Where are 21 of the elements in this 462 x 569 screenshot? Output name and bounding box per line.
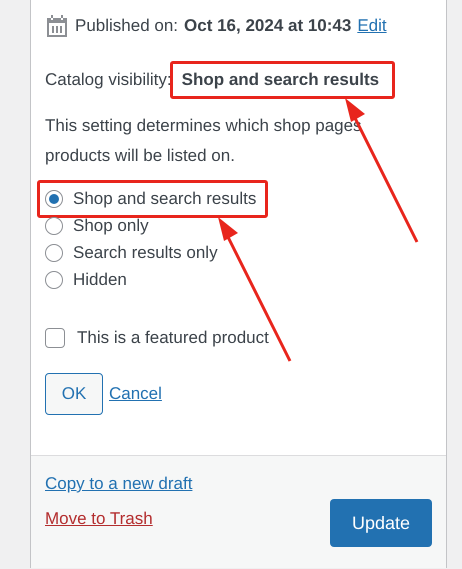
calendar-icon	[45, 14, 69, 38]
copy-draft-link[interactable]: Copy to a new draft	[45, 474, 192, 494]
radio-button[interactable]	[45, 244, 63, 262]
radio-button[interactable]	[45, 190, 63, 208]
radio-button[interactable]	[45, 270, 63, 288]
catalog-visibility-label: Catalog visibility:	[45, 70, 172, 90]
trash-link[interactable]: Move to Trash	[45, 509, 192, 529]
cancel-link[interactable]: Cancel	[109, 384, 162, 404]
ok-button[interactable]: OK	[45, 373, 103, 415]
option-label: Hidden	[73, 270, 127, 290]
edit-link[interactable]: Edit	[357, 16, 387, 36]
option-label: Shop and search results	[73, 188, 256, 208]
published-label: Published on:	[75, 16, 178, 36]
published-date: Oct 16, 2024 at 10:43	[184, 16, 352, 36]
radio-button[interactable]	[45, 216, 63, 234]
featured-label: This is a featured product	[77, 328, 269, 348]
catalog-visibility-value: Shop and search results	[180, 70, 380, 90]
featured-checkbox[interactable]	[45, 328, 65, 348]
update-button[interactable]: Update	[330, 499, 432, 547]
option-label: Shop only	[73, 216, 149, 236]
option-label: Search results only	[73, 242, 218, 262]
